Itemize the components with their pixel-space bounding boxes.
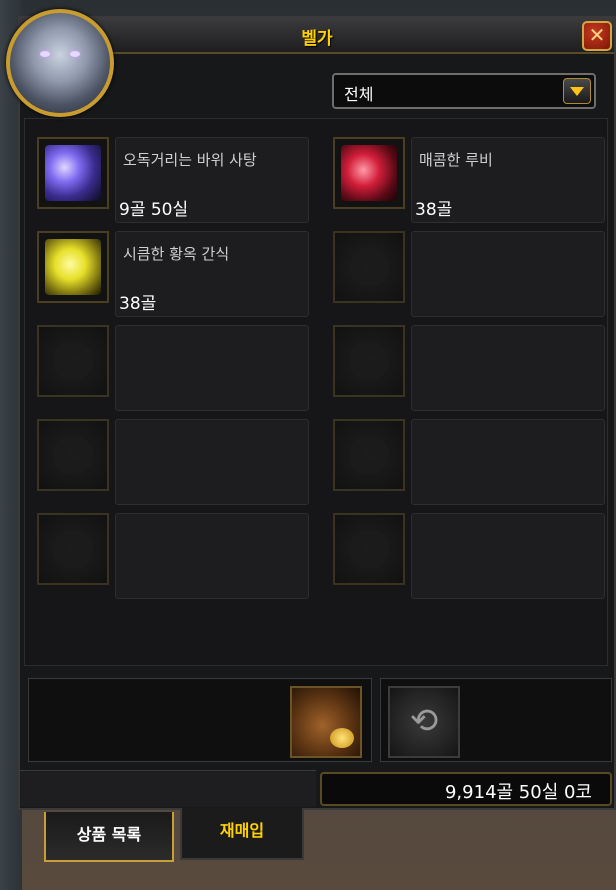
merchant-item[interactable]: 오독거리는 바위 사탕 9골 50실 <box>37 137 309 223</box>
money-amount: 9,914골 50실 0코 <box>444 782 592 803</box>
empty-item-cell <box>333 231 605 317</box>
item-slot[interactable] <box>37 231 109 303</box>
merchant-window: 벨가 ✕ 전체 오독거리는 바위 사탕 9골 50실 매콤한 루비 38골 시큼… <box>18 16 616 810</box>
portrait-eye <box>70 51 80 57</box>
empty-slot <box>333 231 405 303</box>
buyback-panel: ⟲ <box>24 674 612 766</box>
ruby-icon <box>341 145 397 201</box>
crystal-candy-icon <box>45 145 101 201</box>
item-info-box <box>411 419 605 505</box>
empty-item-cell <box>333 419 605 505</box>
item-name: 시큼한 황옥 간식 <box>123 245 230 263</box>
close-button[interactable]: ✕ <box>582 21 612 51</box>
tab-merchandise[interactable]: 상품 목록 <box>44 812 174 862</box>
money-display: 9,914골 50실 0코 <box>320 772 612 806</box>
item-info-box <box>411 513 605 599</box>
item-info-box <box>115 325 309 411</box>
empty-item-cell <box>37 325 309 411</box>
item-info-box <box>115 419 309 505</box>
frame-footer-strip <box>20 770 316 807</box>
empty-slot <box>333 419 405 491</box>
chevron-down-icon[interactable] <box>563 78 591 104</box>
item-slot[interactable] <box>37 137 109 209</box>
topaz-icon <box>45 239 101 295</box>
empty-slot <box>37 513 109 585</box>
item-info-box <box>411 231 605 317</box>
merchant-portrait <box>6 9 114 117</box>
empty-slot <box>333 513 405 585</box>
item-price: 9골 50실 <box>119 200 189 220</box>
merchant-item[interactable]: 시큼한 황옥 간식 38골 <box>37 231 309 317</box>
item-info-box <box>115 513 309 599</box>
empty-slot <box>37 419 109 491</box>
empty-item-cell <box>37 513 309 599</box>
empty-item-cell <box>37 419 309 505</box>
item-price: 38골 <box>119 294 157 314</box>
filter-dropdown[interactable]: 전체 <box>332 73 596 109</box>
sell-junk-button[interactable] <box>290 686 362 758</box>
item-price: 38골 <box>415 200 453 220</box>
tab-buyback[interactable]: 재매입 <box>180 808 304 860</box>
gold-coin-icon <box>330 728 354 748</box>
item-name: 오독거리는 바위 사탕 <box>123 151 257 169</box>
item-grid: 오독거리는 바위 사탕 9골 50실 매콤한 루비 38골 시큼한 황옥 간식 … <box>24 118 608 666</box>
filter-selected: 전체 <box>344 85 374 104</box>
item-name: 매콤한 루비 <box>419 151 493 169</box>
empty-item-cell <box>333 513 605 599</box>
undo-icon[interactable]: ⟲ <box>388 686 460 758</box>
empty-item-cell <box>333 325 605 411</box>
item-slot[interactable] <box>333 137 405 209</box>
empty-slot <box>37 325 109 397</box>
portrait-eye <box>40 51 50 57</box>
empty-slot <box>333 325 405 397</box>
merchant-item[interactable]: 매콤한 루비 38골 <box>333 137 605 223</box>
item-info-box <box>411 325 605 411</box>
